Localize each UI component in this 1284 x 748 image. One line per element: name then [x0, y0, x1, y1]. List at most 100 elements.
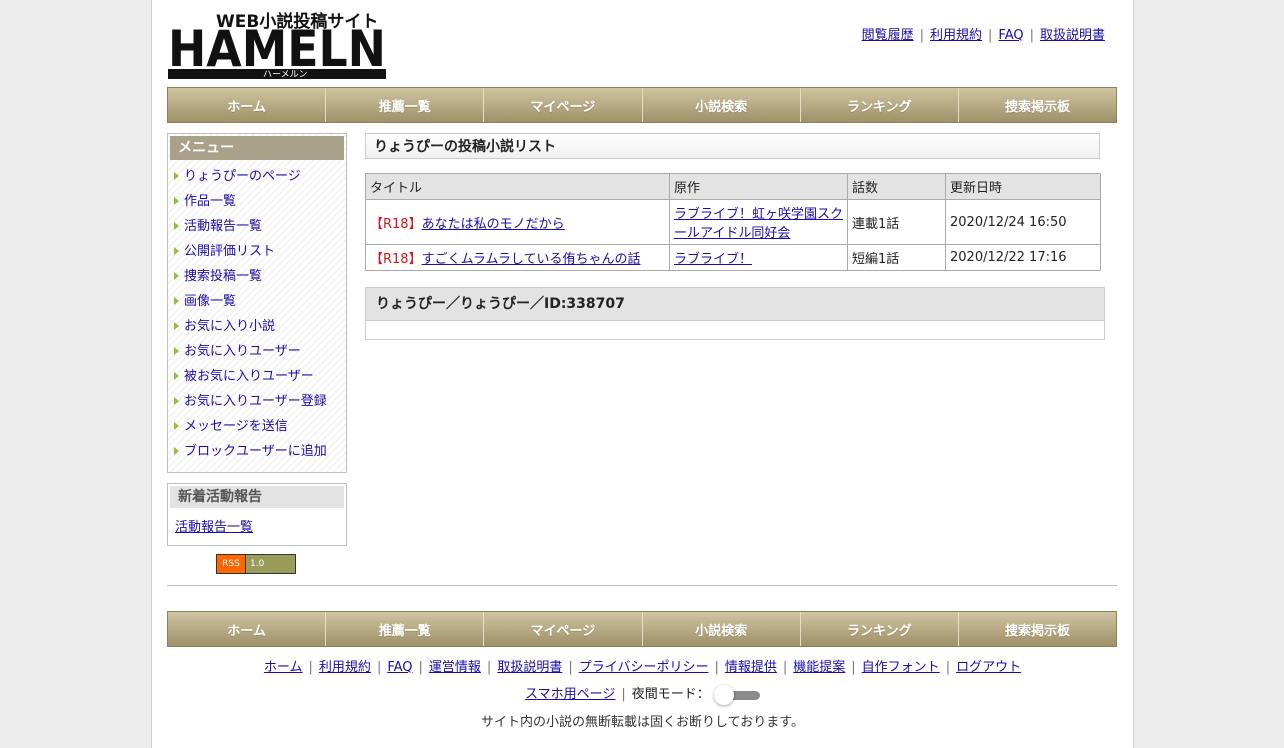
episodes-cell: 短編1話: [847, 244, 946, 271]
footer-link-info[interactable]: 情報提供: [725, 660, 777, 675]
bottom-nav-search[interactable]: 小説検索: [642, 612, 801, 646]
nav-mypage[interactable]: マイページ: [484, 88, 643, 122]
menu-list: りょうぴーのページ 作品一覧 活動報告一覧 公開評価リスト 捜索投稿一覧 画像一…: [170, 160, 344, 470]
nav-home[interactable]: ホーム: [168, 88, 327, 122]
news-reports-link[interactable]: 活動報告一覧: [175, 520, 253, 535]
menu-item: りょうぴーのページ: [170, 164, 344, 189]
footer-link-font[interactable]: 自作フォント: [862, 660, 940, 675]
manual-link[interactable]: 取扱説明書: [1040, 28, 1105, 43]
footer-link-operation[interactable]: 運営情報: [429, 660, 481, 675]
profile-box: りょうぴー／りょうぴー／ID:338707: [365, 287, 1105, 340]
nav-search[interactable]: 小説検索: [642, 88, 801, 122]
menu-link-reports[interactable]: 活動報告一覧: [184, 219, 262, 234]
menu-item: お気に入りユーザー登録: [170, 389, 344, 414]
bottom-nav-recommend[interactable]: 推薦一覧: [326, 612, 485, 646]
updated-cell: 2020/12/22 17:16: [945, 244, 1101, 271]
profile-title: りょうぴー／りょうぴー／ID:338707: [366, 288, 1104, 320]
nav-board[interactable]: 捜索掲示板: [958, 88, 1117, 122]
terms-link[interactable]: 利用規約: [930, 28, 982, 43]
header-links: 閲覧履歴 | 利用規約 | FAQ | 取扱説明書: [861, 28, 1105, 43]
night-mode-label: 夜間モード：: [631, 687, 710, 702]
menu-item: 公開評価リスト: [170, 239, 344, 264]
menu-link-add-fav-user[interactable]: お気に入りユーザー登録: [184, 394, 327, 409]
news-box: 新着活動報告 活動報告一覧: [167, 483, 347, 546]
bottom-nav: ホーム 推薦一覧 マイページ 小説検索 ランキング 捜索掲示板: [167, 611, 1117, 647]
logo-kana: ハーメルン: [263, 70, 307, 80]
bottom-nav-home[interactable]: ホーム: [168, 612, 327, 646]
footer-link-logout[interactable]: ログアウト: [956, 660, 1021, 675]
rss-badge[interactable]: RSS 1.0: [216, 554, 296, 574]
menu-item: 活動報告一覧: [170, 214, 344, 239]
faq-link[interactable]: FAQ: [998, 28, 1023, 43]
novel-table: タイトル 原作 話数 更新日時 【R18】あなたは私のモノだから ラブライブ！虹…: [365, 173, 1101, 271]
rss-version: 1.0: [246, 555, 295, 573]
bottom-nav-ranking[interactable]: ランキング: [800, 612, 959, 646]
menu-link-fav-novels[interactable]: お気に入り小説: [184, 319, 275, 334]
novel-title-link[interactable]: すごくムラムラしている侑ちゃんの話: [422, 252, 641, 267]
menu-link-ratings[interactable]: 公開評価リスト: [184, 244, 275, 259]
menu-title: メニュー: [170, 136, 344, 160]
col-updated: 更新日時: [945, 173, 1101, 200]
bottom-nav-mypage[interactable]: マイページ: [484, 612, 643, 646]
news-title: 新着活動報告: [170, 486, 344, 508]
footer-link-faq[interactable]: FAQ: [387, 660, 412, 675]
menu-link-works[interactable]: 作品一覧: [184, 194, 236, 209]
footer-link-privacy[interactable]: プライバシーポリシー: [579, 660, 709, 675]
menu-link-block-user[interactable]: ブロックユーザーに追加: [184, 444, 327, 459]
origin-cell: ラブライブ！: [669, 244, 848, 271]
origin-cell: ラブライブ！虹ヶ咲学園スクールアイドル同好会: [669, 199, 848, 245]
footer-links: ホーム | 利用規約 | FAQ | 運営情報 | 取扱説明書 | プライバシーポリシー | 情報提供 |…: [263, 660, 1022, 675]
novel-title-link[interactable]: あなたは私のモノだから: [422, 217, 565, 232]
mobile-page-link[interactable]: スマホ用ページ: [525, 687, 615, 702]
nav-ranking[interactable]: ランキング: [800, 88, 959, 122]
page-title: りょうぴーの投稿小説リスト: [365, 133, 1100, 159]
menu-link-fav-users[interactable]: お気に入りユーザー: [184, 344, 301, 359]
top-nav: ホーム 推薦一覧 マイページ 小説検索 ランキング 捜索掲示板: [167, 87, 1117, 123]
hameln-logo-graphic: WEB小説投稿サイト HAMELN ハーメルン: [168, 11, 386, 80]
site-logo[interactable]: WEB小説投稿サイト HAMELN ハーメルン: [168, 10, 388, 80]
footer-link-terms[interactable]: 利用規約: [319, 660, 371, 675]
bottom-nav-board[interactable]: 捜索掲示板: [958, 612, 1117, 646]
table-row: 【R18】あなたは私のモノだから ラブライブ！虹ヶ咲学園スクールアイドル同好会 …: [365, 199, 1101, 245]
menu-link-send-message[interactable]: メッセージを送信: [184, 419, 288, 434]
r18-tag: 【R18】: [370, 216, 422, 232]
table-header-row: タイトル 原作 話数 更新日時: [365, 173, 1101, 200]
table-row: 【R18】すごくムラムラしている侑ちゃんの話 ラブライブ！ 短編1話 2020/…: [365, 244, 1101, 271]
menu-item: 作品一覧: [170, 189, 344, 214]
menu-link-images[interactable]: 画像一覧: [184, 294, 236, 309]
menu-link-search-posts[interactable]: 捜索投稿一覧: [184, 269, 262, 284]
col-origin: 原作: [669, 173, 848, 200]
menu-item: 捜索投稿一覧: [170, 264, 344, 289]
episodes-cell: 連載1話: [847, 199, 946, 245]
title-cell: 【R18】あなたは私のモノだから: [365, 199, 670, 245]
col-title: タイトル: [365, 173, 670, 200]
rss-label: RSS: [217, 555, 246, 573]
footer-link-manual[interactable]: 取扱説明書: [497, 660, 562, 675]
sidebar: メニュー りょうぴーのページ 作品一覧 活動報告一覧 公開評価リスト 捜索投稿一…: [167, 133, 347, 574]
title-cell: 【R18】すごくムラムラしている侑ちゃんの話: [365, 244, 670, 271]
menu-item: お気に入りユーザー: [170, 339, 344, 364]
footer-link-home[interactable]: ホーム: [264, 660, 303, 675]
menu-item: 画像一覧: [170, 289, 344, 314]
origin-link[interactable]: ラブライブ！虹ヶ咲学園スクールアイドル同好会: [674, 207, 843, 241]
menu-item: お気に入り小説: [170, 314, 344, 339]
history-link[interactable]: 閲覧履歴: [862, 28, 914, 43]
menu-item: 被お気に入りユーザー: [170, 364, 344, 389]
nav-recommend[interactable]: 推薦一覧: [326, 88, 485, 122]
footer-link-feature[interactable]: 機能提案: [793, 660, 845, 675]
r18-tag: 【R18】: [370, 252, 422, 267]
menu-link-user-page[interactable]: りょうぴーのページ: [184, 169, 301, 184]
menu-item: メッセージを送信: [170, 414, 344, 439]
profile-body: [366, 320, 1104, 339]
updated-cell: 2020/12/24 16:50: [945, 199, 1101, 245]
night-mode-toggle[interactable]: [713, 684, 760, 705]
col-episodes: 話数: [847, 173, 946, 200]
copyright-notice: サイト内の小説の無断転載は固くお断りしております。: [481, 715, 804, 730]
menu-box: メニュー りょうぴーのページ 作品一覧 活動報告一覧 公開評価リスト 捜索投稿一…: [167, 133, 347, 473]
menu-link-favorited-by[interactable]: 被お気に入りユーザー: [184, 369, 314, 384]
divider: [167, 585, 1117, 586]
page: WEB小説投稿サイト HAMELN ハーメルン 閲覧履歴 | 利用規約 | FAQ | 取扱…: [151, 0, 1134, 748]
origin-link[interactable]: ラブライブ！: [674, 252, 752, 267]
main-content: りょうぴーの投稿小説リスト タイトル 原作 話数 更新日時 【R18】あなたは私…: [365, 133, 1105, 340]
footer-mode-row: スマホ用ページ | 夜間モード：: [152, 683, 1133, 705]
